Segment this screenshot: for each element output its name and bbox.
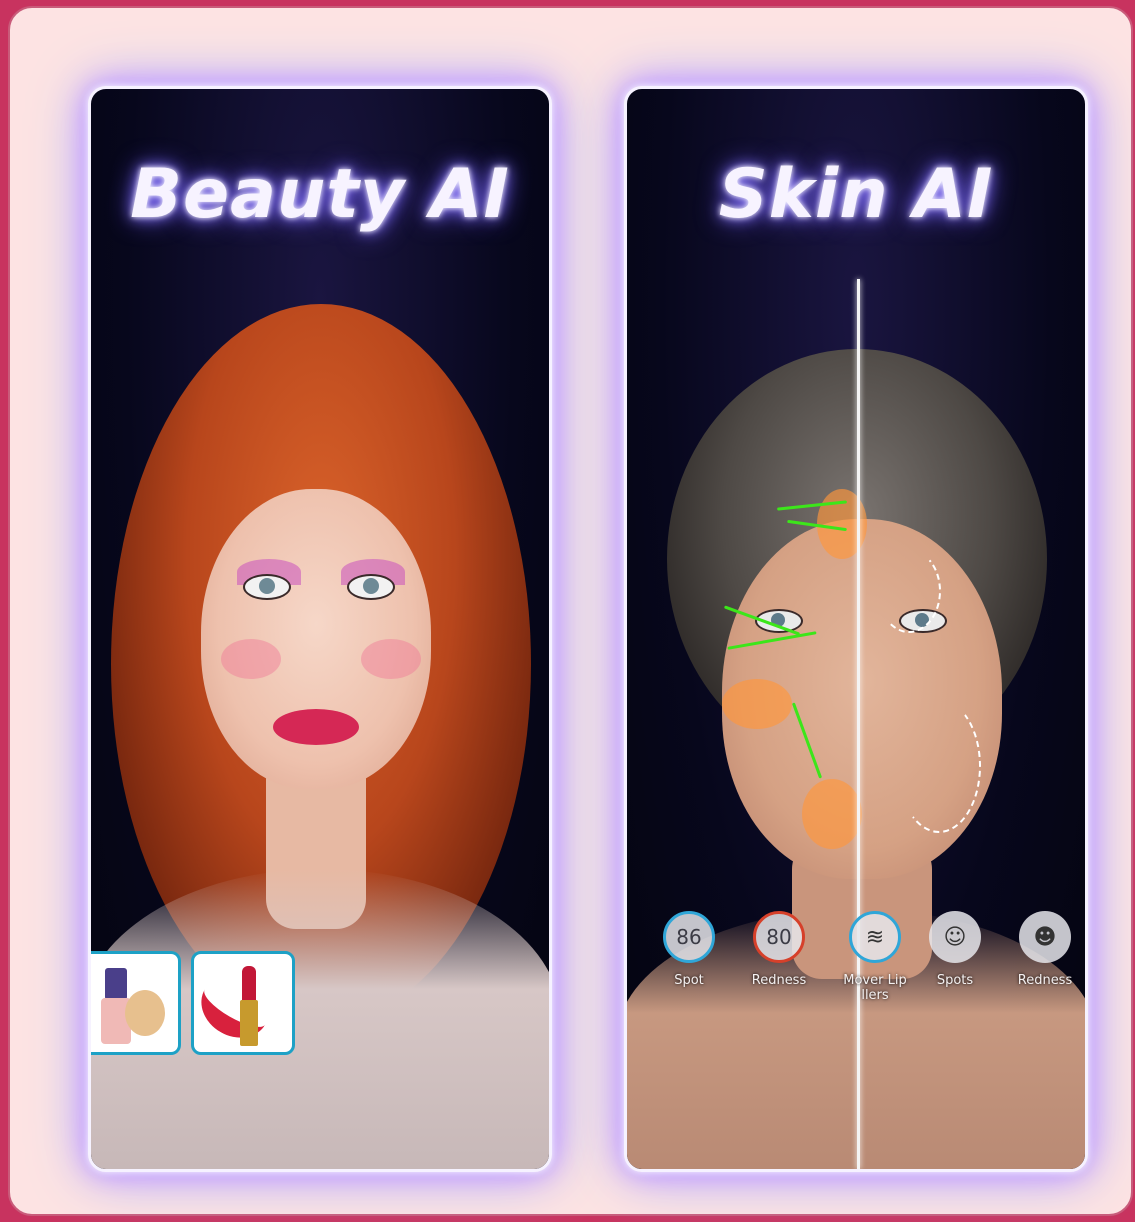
metric-lip-fillers[interactable]: ≋ Mover Lip llers (833, 911, 917, 1003)
makeup-thumbnails (91, 951, 295, 1055)
ad-frame: Beauty AI Skin AI 86 Spot 80 Redness ≋ M… (8, 6, 1133, 1216)
skin-ai-title: Skin AI (718, 155, 994, 234)
beauty-ai-title: Beauty AI (130, 155, 510, 234)
pink-lips (273, 709, 359, 745)
beauty-ai-panel: Beauty AI (88, 86, 552, 1172)
right-eye (347, 574, 395, 600)
left-eye (243, 574, 291, 600)
spot-score: 86 (663, 911, 715, 963)
face-spots-icon: ☺ (929, 911, 981, 963)
metric-redness-face[interactable]: ☻ Redness (1013, 911, 1077, 988)
skin-ai-panel: Skin AI 86 Spot 80 Redness ≋ Mover Lip l… (624, 86, 1088, 1172)
lips-icon: ≋ (849, 911, 901, 963)
metric-spot[interactable]: 86 Spot (657, 911, 721, 988)
lipstick-icon (242, 966, 256, 1002)
comparison-divider[interactable] (857, 279, 860, 1169)
foundation-thumbnail[interactable] (91, 951, 181, 1055)
foundation-bottle-icon (105, 968, 127, 1000)
redness-score: 80 (753, 911, 805, 963)
face-redness-icon: ☻ (1019, 911, 1071, 963)
lipstick-thumbnail[interactable] (191, 951, 295, 1055)
skin-portrait (627, 279, 1085, 1169)
powder-icon (125, 990, 165, 1036)
metric-spots[interactable]: ☺ Spots (923, 911, 987, 988)
metric-redness[interactable]: 80 Redness (747, 911, 811, 988)
